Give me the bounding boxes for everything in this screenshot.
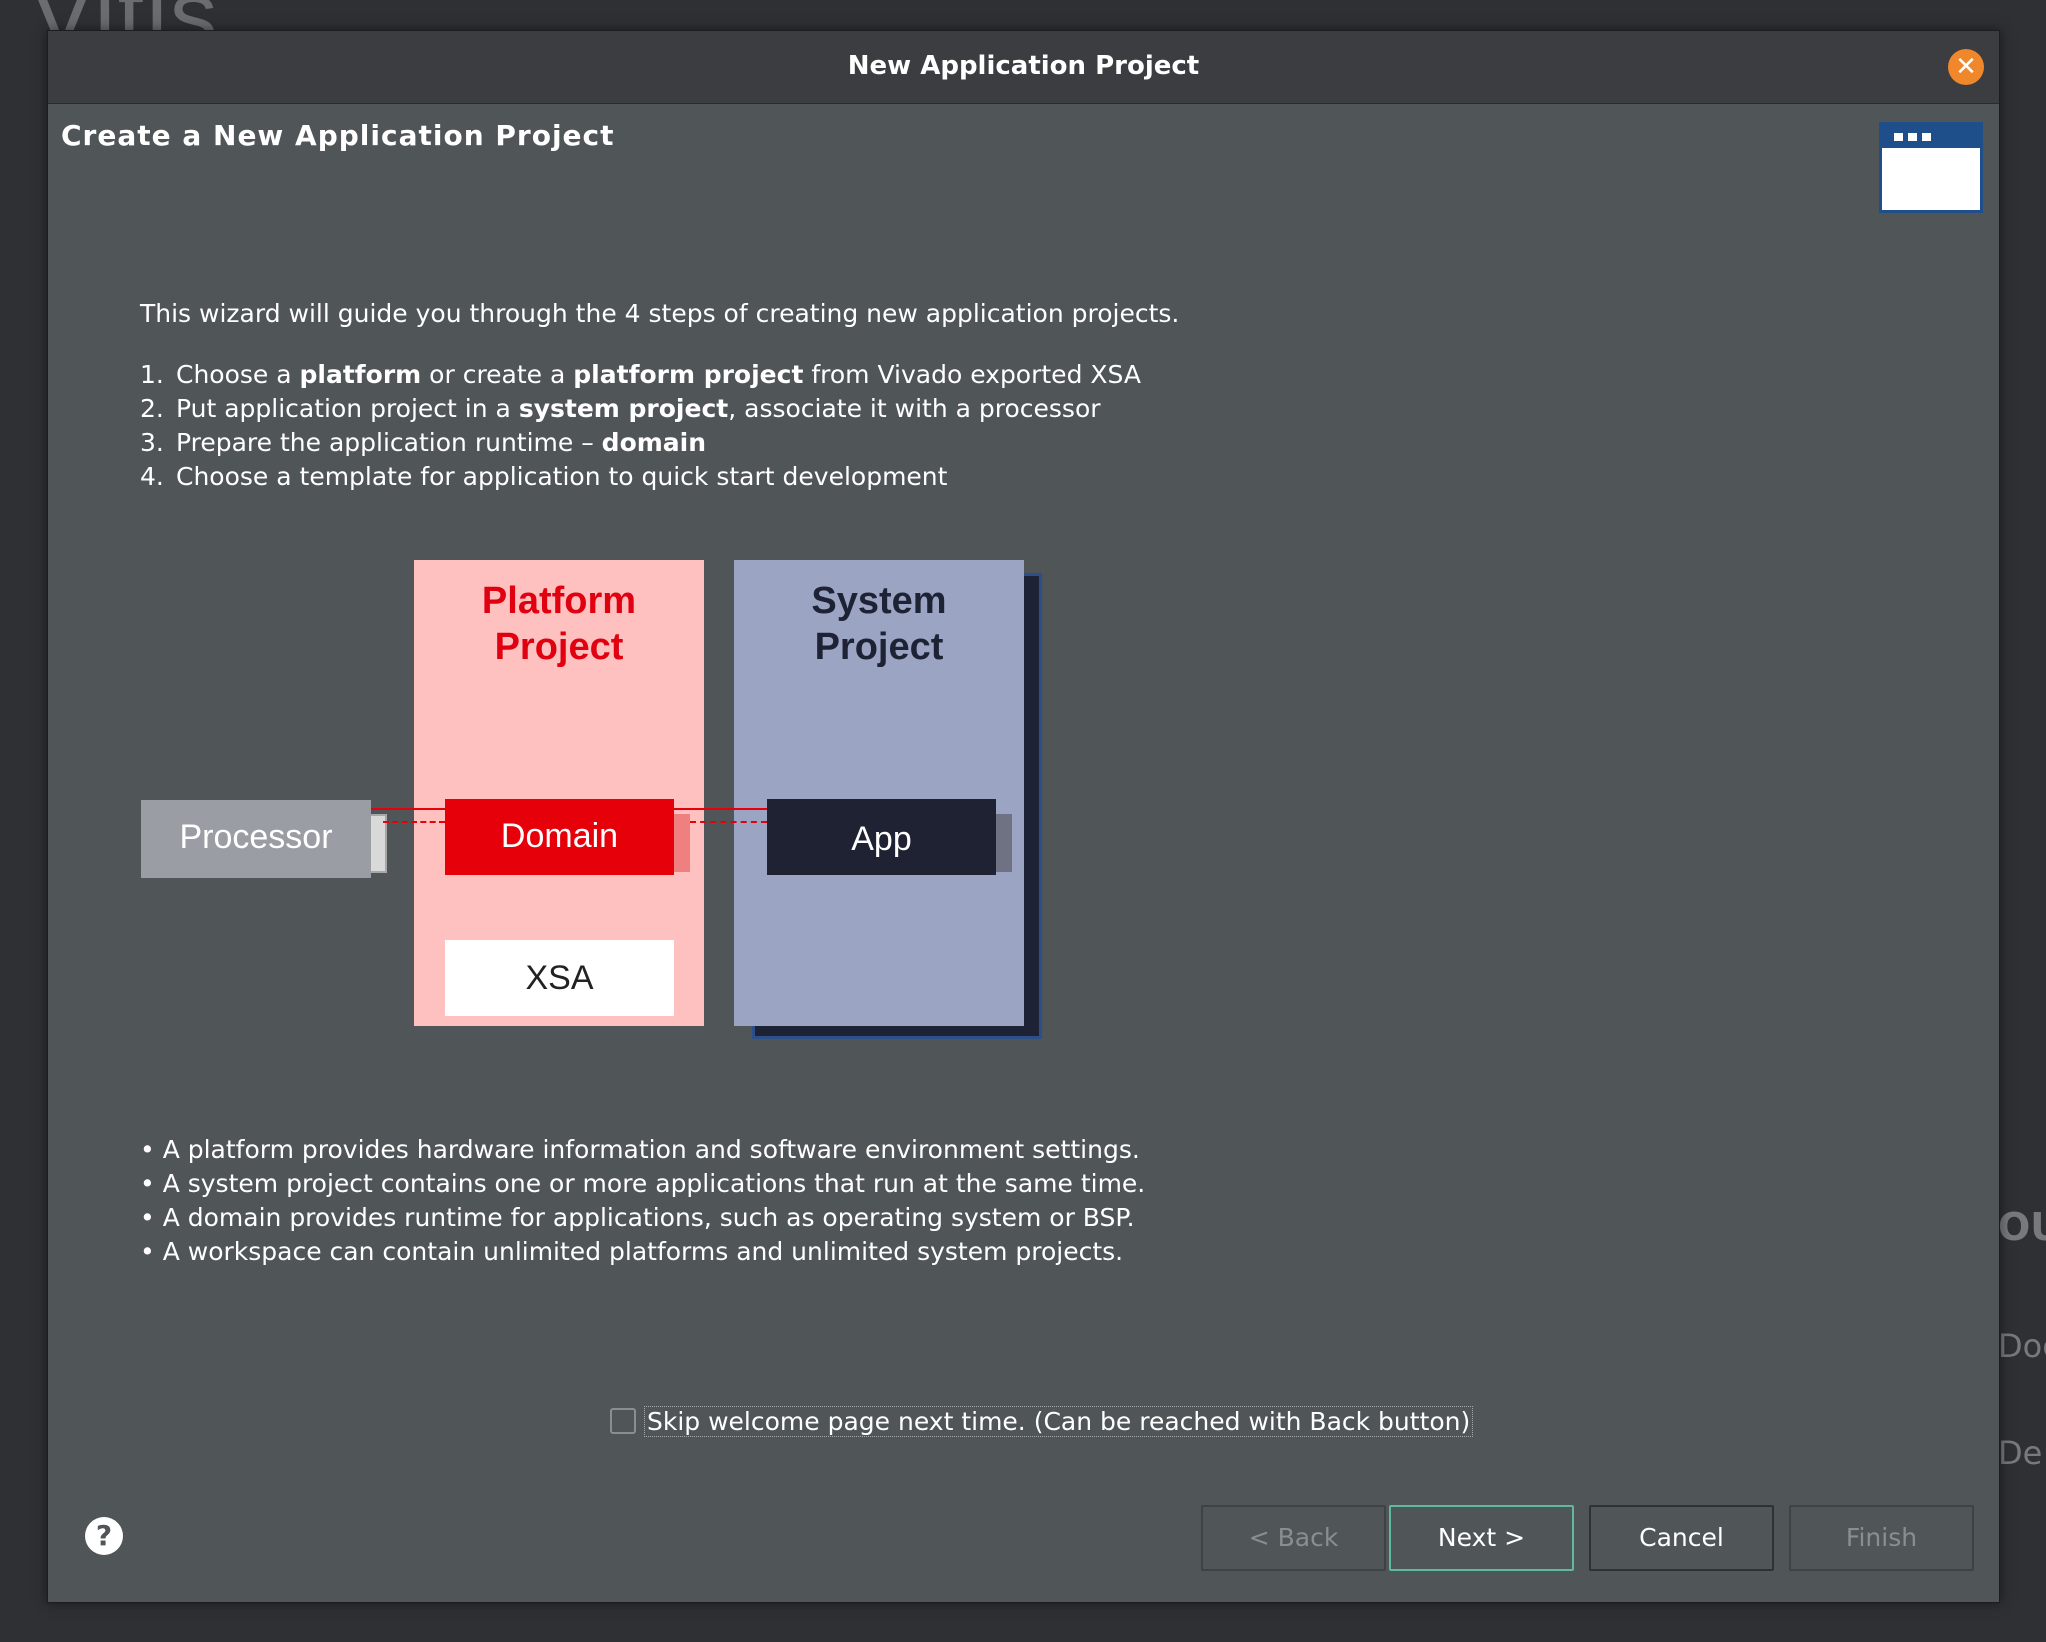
processor-domain-dashed-line (383, 821, 445, 823)
finish-button[interactable]: Finish (1789, 1505, 1974, 1571)
step-item: 1. Choose a platform or create a platform… (140, 358, 1179, 392)
app-box: App (767, 799, 996, 875)
page-title: Create a New Application Project (61, 119, 615, 152)
close-icon[interactable]: ✕ (1948, 49, 1984, 85)
step-number: 3. (140, 428, 164, 457)
background-fragment-3: De (1998, 1434, 2043, 1472)
new-application-project-dialog: New Application Project ✕ Create a New A… (47, 30, 2000, 1603)
wizard-window-icon (1879, 122, 1983, 213)
step-text: Prepare the application runtime – (176, 428, 602, 457)
step-text: from Vivado exported XSA (803, 360, 1141, 389)
wizard-description: This wizard will guide you through the 4… (140, 299, 1179, 494)
diagram-title-line: Platform (481, 580, 637, 622)
bullet-notes: • A platform provides hardware informati… (140, 1133, 1145, 1269)
step-number: 1. (140, 360, 164, 389)
domain-box: Domain (445, 799, 674, 875)
dialog-titlebar[interactable]: New Application Project ✕ (48, 31, 1999, 104)
skip-welcome-option[interactable]: Skip welcome page next time. (Can be rea… (610, 1405, 1474, 1437)
step-item: 4. Choose a template for application to q… (140, 460, 1179, 494)
bullet-item: • A workspace can contain unlimited plat… (140, 1237, 1124, 1266)
processor-box: Processor (141, 800, 371, 878)
domain-app-dashed-line (690, 821, 767, 823)
step-item: 3. Prepare the application runtime – doma… (140, 426, 1179, 460)
step-text: or create a (421, 360, 574, 389)
step-text: , associate it with a processor (728, 394, 1101, 423)
step-keyword: domain (601, 428, 707, 457)
step-keyword: system project (518, 394, 729, 423)
skip-welcome-checkbox[interactable] (610, 1408, 636, 1434)
dialog-title: New Application Project (847, 51, 1200, 81)
intro-text: This wizard will guide you through the 4… (140, 299, 1180, 328)
background-fragment-1: OUI (1998, 1205, 2046, 1249)
background-fragment-2: Doc (1998, 1327, 2046, 1365)
help-icon[interactable]: ? (85, 1517, 123, 1555)
bullet-item: • A domain provides runtime for applicat… (140, 1203, 1135, 1232)
step-keyword: platform (299, 360, 422, 389)
step-item: 2. Put application project in a system pr… (140, 392, 1179, 426)
diagram-title-line: Project (494, 626, 624, 668)
diagram-title-line: System (811, 580, 947, 622)
step-number: 4. (140, 462, 164, 491)
step-text: Put application project in a (176, 394, 519, 423)
cancel-button[interactable]: Cancel (1589, 1505, 1774, 1571)
bullet-item: • A platform provides hardware informati… (140, 1135, 1140, 1164)
back-button[interactable]: < Back (1201, 1505, 1386, 1571)
xsa-box: XSA (445, 940, 674, 1016)
platform-project-title: Platform Project (414, 578, 704, 670)
system-project-title: System Project (734, 578, 1024, 670)
step-keyword: platform project (573, 360, 804, 389)
skip-welcome-label[interactable]: Skip welcome page next time. (Can be rea… (644, 1405, 1474, 1437)
domain-app-line (674, 808, 767, 810)
step-text: Choose a (176, 360, 300, 389)
step-text: Choose a template for application to qui… (176, 462, 948, 491)
diagram-title-line: Project (814, 626, 944, 668)
processor-domain-line (371, 808, 445, 810)
next-button[interactable]: Next > (1389, 1505, 1574, 1571)
bullet-item: • A system project contains one or more … (140, 1169, 1146, 1198)
steps-list: 1. Choose a platform or create a platform… (140, 358, 1179, 494)
step-number: 2. (140, 394, 164, 423)
